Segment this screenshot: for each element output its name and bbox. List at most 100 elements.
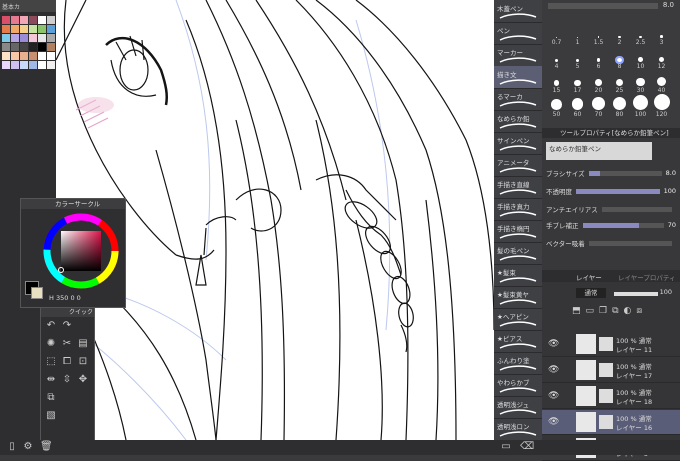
color-swatch[interactable]	[2, 52, 10, 60]
sub-tool-item[interactable]: 透明浅ジュ	[494, 396, 542, 419]
color-swatch[interactable]	[2, 34, 10, 42]
tool-property-slider[interactable]	[588, 170, 662, 176]
flip-vertical-icon[interactable]: ⇳	[61, 374, 73, 386]
color-swatch[interactable]	[11, 61, 19, 69]
color-swatch[interactable]	[47, 16, 55, 24]
brush-size-preset[interactable]: 20	[588, 70, 609, 94]
color-swatch[interactable]	[47, 61, 55, 69]
color-swatch[interactable]	[47, 43, 55, 51]
color-swatch[interactable]	[20, 43, 28, 51]
trash-icon[interactable]: 🗑	[40, 441, 53, 453]
tool-property-row[interactable]: ブラシサイズ 8.0	[546, 166, 676, 180]
sub-tool-item[interactable]: ★髪束	[494, 264, 542, 287]
scale-icon[interactable]: ⊡	[77, 356, 89, 368]
sub-tool-item[interactable]: 手描き真力	[494, 198, 542, 221]
color-swatch[interactable]	[11, 16, 19, 24]
tool-property-row[interactable]: ベクター吸着	[546, 236, 676, 250]
color-swatch[interactable]	[20, 16, 28, 24]
paste-icon[interactable]: ▤	[77, 338, 89, 350]
layer-row[interactable]: 👁 100 % 通常 レイヤー 18	[542, 384, 680, 409]
transform-icon[interactable]: ⧠	[61, 356, 73, 368]
color-swatch[interactable]	[29, 16, 37, 24]
brush-size-preset[interactable]: 5	[567, 46, 588, 70]
new-folder-icon[interactable]: ▭	[586, 306, 595, 328]
brush-size-preset[interactable]: 60	[567, 94, 588, 118]
brush-size-preset[interactable]: 0.7	[546, 22, 567, 46]
brush-size-preset[interactable]: 1	[567, 22, 588, 46]
brush-size-preset[interactable]: 4	[546, 46, 567, 70]
brush-size-preset[interactable]: 30	[630, 70, 651, 94]
sub-tool-item[interactable]: サインペン	[494, 132, 542, 155]
layer-opacity-slider[interactable]	[614, 292, 658, 296]
settings-icon[interactable]: ⚙	[22, 441, 34, 453]
sub-tool-item[interactable]: 手描き直線	[494, 176, 542, 199]
new-layer-icon[interactable]: ⬒	[572, 306, 581, 328]
color-swatch[interactable]	[47, 52, 55, 60]
color-swatch[interactable]	[2, 61, 10, 69]
move-icon[interactable]: ✥	[77, 374, 89, 386]
clear-icon[interactable]: ✺	[45, 338, 57, 350]
fill-icon[interactable]: ▧	[45, 410, 57, 422]
brush-size-preset[interactable]: 50	[546, 94, 567, 118]
clip-icon[interactable]: ⧈	[636, 306, 642, 328]
brush-size-preset[interactable]: 6	[588, 46, 609, 70]
color-swatch[interactable]	[20, 61, 28, 69]
brush-size-preset[interactable]: 12	[651, 46, 672, 70]
color-swatch[interactable]	[11, 25, 19, 33]
color-swatch[interactable]	[38, 34, 46, 42]
color-swatch[interactable]	[38, 25, 46, 33]
color-swatch[interactable]	[38, 61, 46, 69]
select-rect-icon[interactable]: ⬚	[45, 356, 57, 368]
color-swatch[interactable]	[38, 16, 46, 24]
layer-row[interactable]: 👁 100 % 通常 レイヤー 17	[542, 358, 680, 383]
brush-size-preset[interactable]: 10	[630, 46, 651, 70]
sub-tool-item[interactable]: 透明浅ロン	[494, 418, 542, 441]
color-swatch[interactable]	[2, 25, 10, 33]
brush-size-slider[interactable]	[548, 3, 658, 9]
color-swatch[interactable]	[11, 34, 19, 42]
layer-row[interactable]: 👁 100 % 通常 レイヤー 11	[542, 332, 680, 357]
color-swatch[interactable]	[20, 52, 28, 60]
brush-size-preset[interactable]: 17	[567, 70, 588, 94]
tool-property-slider[interactable]	[582, 222, 664, 228]
color-swatch[interactable]	[20, 34, 28, 42]
sub-tool-item[interactable]: ★ピアス	[494, 330, 542, 353]
flip-horizontal-icon[interactable]: ⇹	[45, 374, 57, 386]
sub-tool-item[interactable]: 描き文	[494, 66, 542, 89]
sub-tool-item[interactable]: 木蓋ペン	[494, 0, 542, 23]
sub-tool-item[interactable]: 髪の毛ペン	[494, 242, 542, 265]
tool-property-row[interactable]: 手ブレ補正 70	[546, 218, 676, 232]
visibility-eye-icon[interactable]: 👁	[548, 391, 559, 401]
sub-tool-item[interactable]: ★髪束黄ヤ	[494, 286, 542, 309]
tab-layer-property[interactable]: レイヤープロパティ	[618, 272, 676, 282]
tab-layer[interactable]: レイヤー	[576, 272, 602, 282]
mask-icon[interactable]: ◐	[624, 306, 632, 328]
sub-color-swatch[interactable]	[31, 287, 43, 299]
visibility-eye-icon[interactable]: 👁	[548, 339, 559, 349]
brush-size-preset[interactable]: 80	[609, 94, 630, 118]
sub-tool-item[interactable]: アニメータ	[494, 154, 542, 177]
color-swatch[interactable]	[29, 25, 37, 33]
sub-tool-item[interactable]: やわらかブ	[494, 374, 542, 397]
layer-row[interactable]: 👁 100 % 通常 レイヤー 16	[542, 410, 680, 435]
brush-size-preset[interactable]: 2.5	[630, 22, 651, 46]
color-swatch[interactable]	[47, 34, 55, 42]
brush-size-preset[interactable]: 70	[588, 94, 609, 118]
color-swatch[interactable]	[2, 43, 10, 51]
color-swatch[interactable]	[20, 25, 28, 33]
brush-size-preset[interactable]: 120	[651, 94, 672, 118]
color-swatch[interactable]	[11, 52, 19, 60]
tool-property-slider[interactable]	[576, 188, 660, 194]
brush-size-preset[interactable]: 25	[609, 70, 630, 94]
panel-trash-icon[interactable]: ⌫	[520, 441, 534, 453]
blend-mode-select[interactable]: 通常	[576, 288, 606, 298]
tool-property-row[interactable]: 不透明度 100	[546, 184, 676, 198]
copy-layer-icon[interactable]: ❐	[599, 306, 607, 328]
undo-icon[interactable]: ↶	[45, 320, 57, 332]
color-swatch[interactable]	[38, 43, 46, 51]
brush-size-preset[interactable]: 40	[651, 70, 672, 94]
sub-tool-item[interactable]: マーカー	[494, 44, 542, 67]
merge-layer-icon[interactable]: ⧉	[612, 306, 618, 328]
brush-size-preset[interactable]: 100	[630, 94, 651, 118]
color-swatch[interactable]	[2, 16, 10, 24]
